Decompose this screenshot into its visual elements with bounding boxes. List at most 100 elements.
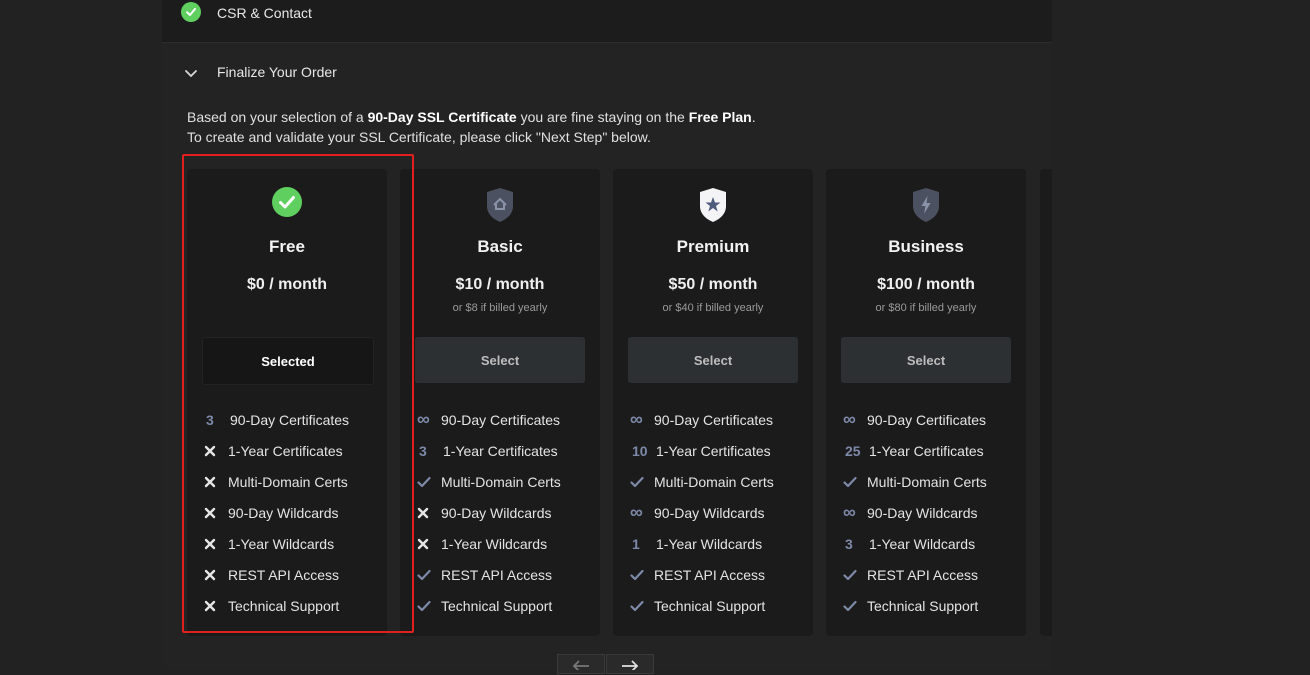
feature-count: 1 — [632, 535, 640, 552]
feature-item: 1 1-Year Wildcards — [630, 528, 774, 559]
check-icon — [843, 600, 867, 612]
cross-icon — [417, 507, 441, 519]
feature-label: 1-Year Certificates — [869, 442, 984, 459]
intro-text: Based on your selection of a — [187, 109, 368, 125]
check-icon — [417, 600, 441, 612]
intro-cert: 90-Day SSL Certificate — [367, 109, 517, 125]
intro-line-2: To create and validate your SSL Certific… — [187, 129, 651, 145]
feature-count: 3 — [419, 442, 427, 459]
step-finalize-order[interactable]: Finalize Your Order — [162, 60, 1052, 90]
plan-select-button[interactable]: Select — [841, 337, 1011, 383]
intro-text: . — [751, 109, 756, 125]
plan-name: Business — [888, 237, 964, 256]
step-csr-contact[interactable]: CSR & Contact — [162, 0, 1052, 43]
carousel-prev-button[interactable] — [557, 654, 605, 674]
plan-card-business: Business $100 / month or $80 if billed y… — [826, 169, 1026, 636]
feature-label: REST API Access — [867, 566, 979, 583]
feature-label: REST API Access — [441, 566, 553, 583]
feature-item: 3 1-Year Wildcards — [843, 528, 987, 559]
check-icon — [630, 600, 654, 612]
feature-label: 90-Day Wildcards — [441, 504, 552, 521]
feature-count: 10 — [632, 442, 648, 459]
check-icon — [417, 476, 441, 488]
plan-price: $50 / month — [668, 276, 758, 293]
feature-label: Multi-Domain Certs — [867, 473, 987, 490]
selection-highlight — [182, 154, 414, 633]
feature-list: ∞ 90-Day Certificates 3 1-Year Certificates… — [417, 404, 561, 621]
check-icon — [630, 476, 654, 488]
check-icon — [843, 476, 867, 488]
feature-item: ∞ 90-Day Certificates — [417, 404, 561, 435]
feature-list: ∞ 90-Day Certificates 10 1-Year Certificate… — [630, 404, 774, 621]
feature-item: Technical Support — [843, 590, 987, 621]
feature-label: 90-Day Certificates — [867, 411, 987, 428]
cross-icon — [417, 538, 441, 550]
step-title: CSR & Contact — [217, 5, 312, 21]
feature-item: Technical Support — [630, 590, 774, 621]
feature-item: ∞ 90-Day Wildcards — [843, 497, 987, 528]
feature-item: REST API Access — [843, 559, 987, 590]
plan-card-partial — [1040, 169, 1052, 636]
plan-name: Premium — [676, 237, 750, 256]
feature-label: Technical Support — [441, 597, 553, 614]
plan-card-basic: Basic $10 / month or $8 if billed yearly… — [400, 169, 600, 636]
feature-item: 3 1-Year Certificates — [417, 435, 561, 466]
plan-yearly-price: or $8 if billed yearly — [452, 302, 548, 314]
feature-label: 90-Day Certificates — [654, 411, 774, 428]
plan-intro-text: Based on your selection of a 90-Day SSL … — [187, 107, 756, 147]
feature-item: ∞ 90-Day Certificates — [843, 404, 987, 435]
intro-line-1: Based on your selection of a 90-Day SSL … — [187, 107, 756, 127]
plan-name: Basic — [477, 237, 523, 256]
feature-label: 90-Day Wildcards — [867, 504, 978, 521]
feature-label: 90-Day Wildcards — [654, 504, 765, 521]
arrow-right-icon — [620, 657, 640, 675]
feature-label: Technical Support — [654, 597, 766, 614]
plan-price: $100 / month — [877, 276, 975, 293]
step-title: Finalize Your Order — [217, 64, 337, 80]
feature-item: Multi-Domain Certs — [630, 466, 774, 497]
plan-select-button[interactable]: Select — [415, 337, 585, 383]
feature-item: Multi-Domain Certs — [417, 466, 561, 497]
feature-label: 1-Year Certificates — [656, 442, 771, 459]
plan-card-premium: Premium $50 / month or $40 if billed yea… — [613, 169, 813, 636]
infinity-icon: ∞ — [417, 409, 430, 429]
feature-item: ∞ 90-Day Certificates — [630, 404, 774, 435]
check-circle-icon — [181, 2, 201, 22]
chevron-down-icon[interactable] — [184, 66, 198, 84]
feature-item: 1-Year Wildcards — [417, 528, 561, 559]
feature-item: ∞ 90-Day Wildcards — [630, 497, 774, 528]
intro-text: you are fine staying on the — [516, 109, 689, 125]
feature-item: 10 1-Year Certificates — [630, 435, 774, 466]
feature-label: Multi-Domain Certs — [654, 473, 774, 490]
feature-item: REST API Access — [417, 559, 561, 590]
feature-label: 1-Year Wildcards — [656, 535, 763, 552]
check-icon — [843, 569, 867, 581]
feature-label: Technical Support — [867, 597, 979, 614]
plan-price: $10 / month — [455, 276, 545, 293]
infinity-icon: ∞ — [843, 502, 856, 522]
intro-plan: Free Plan — [688, 109, 752, 125]
feature-label: 1-Year Wildcards — [441, 535, 548, 552]
feature-item: Technical Support — [417, 590, 561, 621]
feature-label: REST API Access — [654, 566, 766, 583]
feature-label: 1-Year Wildcards — [869, 535, 976, 552]
feature-list: ∞ 90-Day Certificates 25 1-Year Certificate… — [843, 404, 987, 621]
feature-label: Multi-Domain Certs — [441, 473, 561, 490]
check-icon — [417, 569, 441, 581]
infinity-icon: ∞ — [630, 409, 643, 429]
feature-item: 90-Day Wildcards — [417, 497, 561, 528]
feature-label: 1-Year Certificates — [443, 442, 558, 459]
shield-home-icon — [485, 187, 515, 228]
feature-count: 3 — [845, 535, 853, 552]
shield-bolt-icon — [911, 187, 941, 228]
plan-yearly-price: or $80 if billed yearly — [875, 302, 977, 314]
feature-count: 25 — [845, 442, 861, 459]
check-icon — [630, 569, 654, 581]
shield-star-icon — [698, 187, 728, 228]
carousel-next-button[interactable] — [606, 654, 654, 674]
plan-select-button[interactable]: Select — [628, 337, 798, 383]
arrow-left-icon — [571, 657, 591, 675]
feature-item: Multi-Domain Certs — [843, 466, 987, 497]
plan-yearly-price: or $40 if billed yearly — [662, 302, 764, 314]
infinity-icon: ∞ — [630, 502, 643, 522]
